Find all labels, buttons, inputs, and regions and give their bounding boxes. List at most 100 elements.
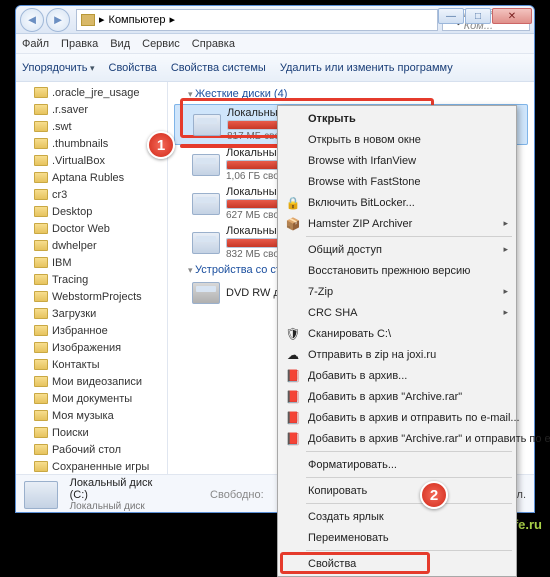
drive-icon — [192, 193, 220, 215]
menu-Сервис[interactable]: Сервис — [142, 38, 180, 50]
menu-item[interactable]: 📕Добавить в архив и отправить по e-mail.… — [280, 407, 514, 428]
tree-item[interactable]: Моя музыка — [16, 407, 167, 424]
tree-item[interactable]: IBM — [16, 254, 167, 271]
close-button[interactable]: ✕ — [492, 8, 532, 24]
callout-badge-1: 1 — [147, 131, 175, 159]
maximize-button[interactable]: □ — [465, 8, 491, 24]
folder-icon — [34, 410, 48, 421]
menu-item[interactable]: CRC SHA — [280, 302, 514, 323]
menu-item[interactable]: 📕Добавить в архив "Archive.rar" и отправ… — [280, 428, 514, 449]
tree-item[interactable]: WebstormProjects — [16, 288, 167, 305]
tree-item[interactable]: Поиски — [16, 424, 167, 441]
menu-Файл[interactable]: Файл — [22, 38, 49, 50]
menu-Справка[interactable]: Справка — [192, 38, 235, 50]
folder-icon — [34, 189, 48, 200]
tree-item[interactable]: Контакты — [16, 356, 167, 373]
tree-item[interactable]: Мои документы — [16, 390, 167, 407]
folder-icon — [34, 206, 48, 217]
tree-item[interactable]: Изображения — [16, 339, 167, 356]
folder-icon — [34, 155, 48, 166]
tree-item[interactable]: dwhelper — [16, 237, 167, 254]
toolbar-item[interactable]: Удалить или изменить программу — [280, 62, 453, 74]
status-info: Локальный диск (C:) Локальный диск — [70, 477, 173, 512]
menu-separator — [306, 451, 512, 452]
folder-icon — [34, 274, 48, 285]
breadcrumb-sep: ▸ — [169, 13, 175, 26]
minimize-button[interactable]: — — [438, 8, 464, 24]
toolbar-item[interactable]: Свойства системы — [171, 62, 266, 74]
tree-item[interactable]: cr3 — [16, 186, 167, 203]
tree-item[interactable]: .swt — [16, 118, 167, 135]
tree-item[interactable]: Избранное — [16, 322, 167, 339]
tree-item[interactable]: Загрузки — [16, 305, 167, 322]
menu-icon: 🛡 — [285, 326, 301, 342]
menu-item[interactable]: 🛡Сканировать C:\ — [280, 323, 514, 344]
menu-item[interactable]: Форматировать... — [280, 454, 514, 475]
breadcrumb[interactable]: Компьютер — [109, 14, 166, 26]
menu-icon: 📕 — [285, 431, 301, 447]
breadcrumb-sep: ▸ — [99, 13, 105, 26]
menu-item[interactable]: Открыть в новом окне — [280, 129, 514, 150]
menu-separator — [306, 503, 512, 504]
menu-item[interactable]: Копировать — [280, 480, 514, 501]
menu-separator — [306, 477, 512, 478]
toolbar-item[interactable]: Упорядочить — [22, 62, 95, 74]
status-title: Локальный диск (C:) — [70, 477, 173, 501]
tree-item[interactable]: Desktop — [16, 203, 167, 220]
folder-icon — [34, 291, 48, 302]
folder-icon — [34, 376, 48, 387]
menu-item[interactable]: 📕Добавить в архив... — [280, 365, 514, 386]
menu-item[interactable]: Восстановить прежнюю версию — [280, 260, 514, 281]
folder-icon — [34, 172, 48, 183]
menu-icon: 📕 — [285, 410, 301, 426]
menu-item[interactable]: Переименовать — [280, 527, 514, 548]
tree-item[interactable]: Сохраненные игры — [16, 458, 167, 474]
tree-item[interactable]: .oracle_jre_usage — [16, 84, 167, 101]
menu-item[interactable]: 🔒Включить BitLocker... — [280, 192, 514, 213]
menu-item[interactable]: 7-Zip — [280, 281, 514, 302]
computer-icon — [81, 14, 95, 26]
folder-icon — [34, 342, 48, 353]
tree-item[interactable]: .r.saver — [16, 101, 167, 118]
menu-item[interactable]: ☁Отправить в zip на joxi.ru — [280, 344, 514, 365]
forward-button[interactable]: ► — [46, 8, 70, 32]
tree-item[interactable]: Tracing — [16, 271, 167, 288]
drive-icon — [193, 114, 221, 136]
drive-icon — [192, 232, 220, 254]
back-button[interactable]: ◄ — [20, 8, 44, 32]
address-bar[interactable]: ▸ Компьютер ▸ — [76, 9, 438, 31]
tree-item[interactable]: .thumbnails — [16, 135, 167, 152]
folder-icon — [34, 138, 48, 149]
menu-icon: 📕 — [285, 368, 301, 384]
menu-item[interactable]: 📦Hamster ZIP Archiver — [280, 213, 514, 234]
tree-item[interactable]: Doctor Web — [16, 220, 167, 237]
nav-tree[interactable]: .oracle_jre_usage.r.saver.swt.thumbnails… — [16, 82, 168, 474]
menu-item[interactable]: 📕Добавить в архив "Archive.rar" — [280, 386, 514, 407]
folder-icon — [34, 427, 48, 438]
toolbar-item[interactable]: Свойства — [109, 62, 157, 74]
context-menu: ОткрытьОткрыть в новом окнеBrowse with I… — [277, 105, 517, 577]
menu-item[interactable]: Открыть — [280, 108, 514, 129]
tree-item[interactable]: Aptana Rubles — [16, 169, 167, 186]
menu-Вид[interactable]: Вид — [110, 38, 130, 50]
menu-item[interactable]: Общий доступ — [280, 239, 514, 260]
group-header[interactable]: Жесткие диски (4) — [174, 86, 528, 104]
folder-icon — [34, 393, 48, 404]
menu-icon: ☁ — [285, 347, 301, 363]
window-controls: — □ ✕ — [438, 8, 532, 24]
folder-icon — [34, 444, 48, 455]
drive-icon — [24, 481, 58, 509]
menu-Правка[interactable]: Правка — [61, 38, 98, 50]
menu-item[interactable]: Свойства — [280, 553, 514, 574]
menu-item[interactable]: Browse with IrfanView — [280, 150, 514, 171]
menu-item[interactable]: Создать ярлык — [280, 506, 514, 527]
tree-item[interactable]: Мои видеозаписи — [16, 373, 167, 390]
folder-icon — [34, 257, 48, 268]
menubar: Файл Правка Вид Сервис Справка — [16, 34, 534, 54]
menu-icon: 📦 — [285, 216, 301, 232]
tree-item[interactable]: Рабочий стол — [16, 441, 167, 458]
menu-item[interactable]: Browse with FastStone — [280, 171, 514, 192]
folder-icon — [34, 325, 48, 336]
tree-item[interactable]: .VirtualBox — [16, 152, 167, 169]
folder-icon — [34, 359, 48, 370]
